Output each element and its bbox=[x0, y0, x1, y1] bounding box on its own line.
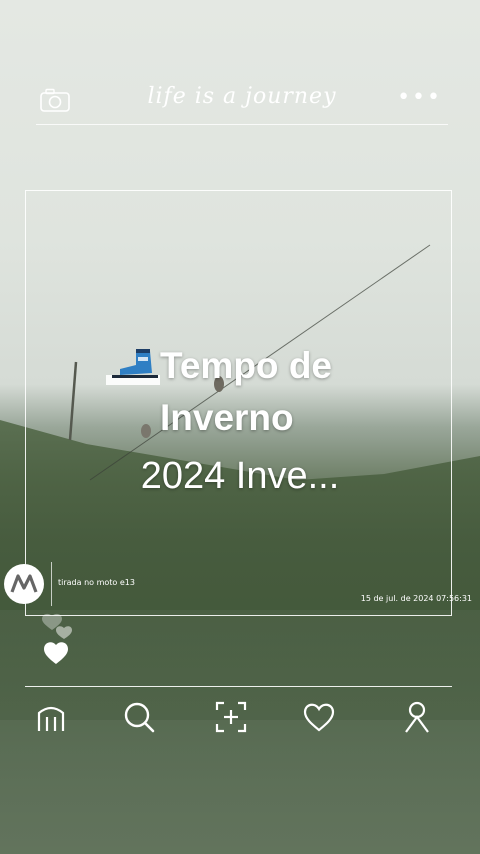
heart-icon[interactable] bbox=[38, 612, 84, 670]
post-headline: Tempo de Inverno bbox=[160, 345, 332, 438]
post-subline: 2024 Inve... bbox=[140, 455, 340, 497]
caption-divider bbox=[51, 562, 52, 606]
app-title: life is a journey bbox=[147, 84, 337, 109]
profile-icon[interactable] bbox=[399, 699, 435, 735]
post-timestamp: 15 de jul. de 2024 07:56:31 bbox=[360, 594, 472, 603]
add-post-icon[interactable] bbox=[213, 699, 249, 735]
home-icon[interactable] bbox=[33, 699, 69, 735]
motorola-logo-icon bbox=[4, 564, 44, 604]
ski-boot-icon bbox=[106, 349, 160, 385]
top-bar: life is a journey ••• bbox=[36, 78, 448, 125]
heart-outline-icon[interactable] bbox=[301, 699, 337, 735]
shot-caption: tirada no moto e13 bbox=[58, 578, 135, 587]
bottom-nav bbox=[25, 686, 452, 747]
search-icon[interactable] bbox=[121, 699, 157, 735]
more-dots-icon[interactable]: ••• bbox=[397, 87, 442, 109]
